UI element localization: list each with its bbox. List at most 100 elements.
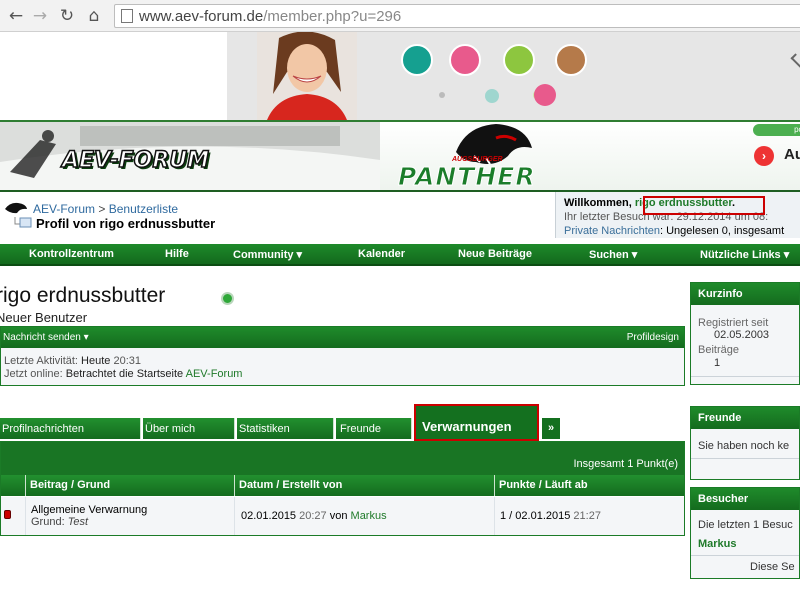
activity-box: Nachricht senden ▾ Profildesign Letzte A… (0, 326, 685, 386)
warning-reason: Grund: Test (31, 516, 88, 528)
panther-logo[interactable]: PANTHER (398, 162, 536, 191)
warning-points: 1 / 02.01.2015 21:27 (500, 510, 601, 522)
pm-line: Private Nachrichten: Ungelesen 0, insges… (564, 225, 800, 237)
posts-label: Beiträge (698, 344, 739, 356)
registered-date: 02.05.2003 (714, 329, 770, 341)
user-title: Neuer Benutzer (0, 310, 88, 325)
chevron-left-icon[interactable] (790, 53, 800, 72)
ad-icon-family (449, 44, 481, 76)
sidebar-kurzinfo: Kurzinfo Registriert seit 02.05.2003 Bei… (690, 282, 800, 385)
warning-time: 20:27 (299, 510, 327, 522)
warning-author-link[interactable]: Markus (351, 510, 387, 522)
reason-label: Grund: (31, 516, 65, 528)
profile-username: rigo erdnussbutter (0, 284, 166, 307)
warning-title: Allgemeine Verwarnung (31, 504, 148, 516)
kurzinfo-title: Kurzinfo (691, 283, 799, 305)
nav-suchen[interactable]: Suchen ▾ (589, 248, 637, 261)
warning-by: von (329, 510, 348, 522)
page-icon (121, 9, 133, 23)
last-activity: Letzte Aktivität: Heute 20:31 (4, 355, 141, 367)
column-divider (234, 497, 235, 535)
last-activity-label: Letzte Aktivität: (4, 355, 78, 367)
sidebar-besucher: Besucher Die letzten 1 Besuc Markus Dies… (690, 487, 800, 579)
reason-value: Test (67, 516, 89, 528)
breadcrumb: AEV-Forum > Benutzerliste (33, 202, 178, 216)
column-punkte: Punkte / Läuft ab (499, 479, 588, 491)
warning-expires-time: 21:27 (573, 510, 601, 522)
online-status-icon (221, 292, 234, 305)
nav-hilfe[interactable]: Hilfe (165, 248, 189, 260)
nav-kontrollzentrum[interactable]: Kontrollzentrum (29, 248, 114, 260)
column-divider (25, 475, 26, 496)
powered-pill[interactable]: pov (753, 124, 800, 136)
tab-profilnachrichten[interactable]: Profilnachrichten (0, 418, 141, 439)
forum-logo[interactable]: AEV-FORUM (61, 147, 210, 174)
besucher-footer: Diese Se (750, 561, 795, 573)
welcome-greeting: Willkommen, (564, 197, 635, 209)
tab-freunde[interactable]: Freunde (336, 418, 412, 439)
address-bar[interactable]: www.aev-forum.de/member.php?u=296 (114, 4, 800, 28)
back-arrow-icon[interactable]: ← (6, 6, 26, 26)
column-divider (494, 497, 495, 535)
column-datum: Datum / Erstellt von (239, 479, 343, 491)
ad-icon-carrot (503, 44, 535, 76)
profile-page-icon (14, 217, 32, 228)
pm-info: : Ungelesen 0, insgesamt (660, 225, 785, 237)
tab-statistiken[interactable]: Statistiken (237, 418, 334, 439)
ad-banner[interactable] (227, 32, 800, 120)
forward-arrow-icon[interactable]: → (30, 6, 50, 26)
arrow-right-icon[interactable]: › (754, 146, 774, 166)
last-activity-day: Heute (81, 355, 111, 367)
divider (691, 458, 799, 459)
besucher-text: Die letzten 1 Besuc (698, 519, 793, 531)
online-status: Jetzt online: Betrachtet die Startseite … (4, 368, 242, 380)
column-divider (234, 475, 235, 496)
table-row: Allgemeine Verwarnung Grund: Test 02.01.… (1, 497, 684, 535)
warnings-total: Insgesamt 1 Punkt(e) (1, 442, 684, 475)
panther-icon (5, 202, 27, 214)
profile-design-link[interactable]: Profildesign (627, 332, 679, 343)
nav-nuetzliche-links[interactable]: Nützliche Links ▾ (700, 248, 789, 261)
home-icon[interactable]: ⌂ (84, 6, 104, 26)
activity-box-header: Nachricht senden ▾ Profildesign (1, 327, 684, 348)
ad-dot (485, 89, 499, 103)
woman-photo (257, 32, 357, 120)
online-label: Jetzt online: (4, 368, 63, 380)
breadcrumb-members-link[interactable]: Benutzerliste (109, 202, 178, 216)
visitor-link[interactable]: Markus (698, 538, 737, 550)
freunde-text: Sie haben noch ke (698, 440, 790, 452)
header-right-link[interactable]: Au (784, 146, 800, 163)
breadcrumb-area: AEV-Forum > Benutzerliste Profil von rig… (0, 192, 555, 238)
posts-count: 1 (714, 357, 721, 369)
highlight-box-username (643, 196, 765, 215)
warning-date-value: 02.01.2015 (241, 510, 297, 522)
main-navbar: Kontrollzentrum Hilfe Community ▾ Kalend… (0, 244, 800, 266)
tabs-more-button[interactable]: » (542, 418, 560, 439)
freunde-title: Freunde (691, 407, 799, 429)
send-message-button[interactable]: Nachricht senden ▾ (3, 332, 89, 343)
ad-icon-food (555, 44, 587, 76)
online-text: Betrachtet die Startseite (65, 368, 184, 380)
tab-verwarnungen[interactable]: Verwarnungen (414, 404, 539, 441)
online-forum-link[interactable]: AEV-Forum (186, 368, 243, 380)
column-divider (25, 497, 26, 535)
column-beitrag-grund: Beitrag / Grund (30, 479, 111, 491)
column-divider (494, 475, 495, 496)
divider (691, 376, 799, 377)
url-path: /member.php?u=296 (263, 8, 402, 25)
reload-icon[interactable]: ↻ (57, 6, 77, 26)
warning-card-icon (4, 510, 11, 519)
ad-icon-small (534, 84, 556, 106)
nav-kalender[interactable]: Kalender (358, 248, 405, 260)
nav-neue-beitraege[interactable]: Neue Beiträge (458, 248, 532, 260)
url-host: www.aev-forum.de (139, 8, 264, 25)
ad-icon-cup (401, 44, 433, 76)
breadcrumb-home-link[interactable]: AEV-Forum (33, 202, 95, 216)
private-messages-link[interactable]: Private Nachrichten (564, 225, 660, 237)
registered-label: Registriert seit (698, 317, 769, 329)
warnings-table-header: Beitrag / Grund Datum / Erstellt von Pun… (1, 475, 684, 496)
tab-ueber-mich[interactable]: Über mich (143, 418, 235, 439)
warnings-panel: Insgesamt 1 Punkt(e) Beitrag / Grund Dat… (0, 441, 685, 536)
nav-community[interactable]: Community ▾ (233, 248, 302, 261)
warning-date: 02.01.2015 20:27 von Markus (241, 510, 387, 522)
